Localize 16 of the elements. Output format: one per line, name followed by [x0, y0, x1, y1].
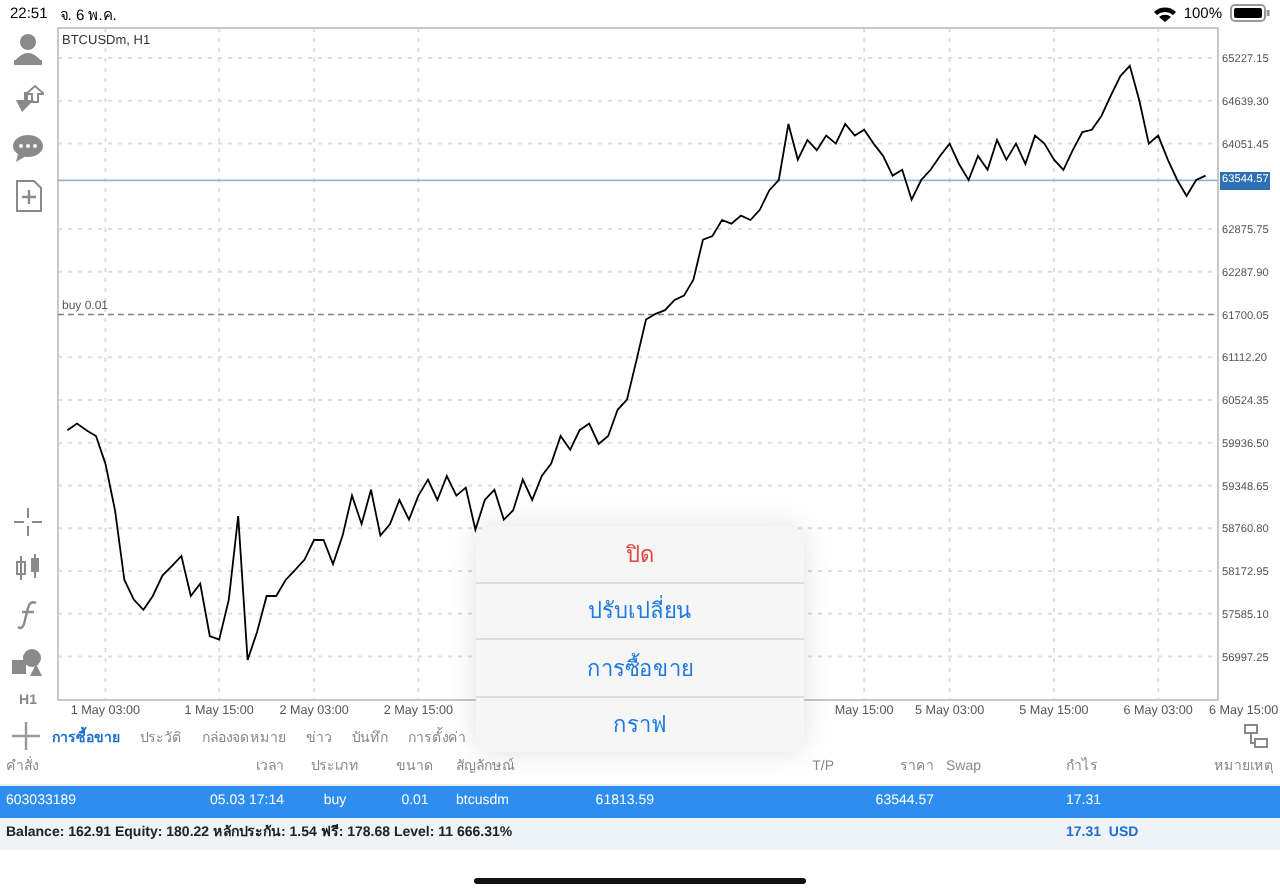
candlestick-icon[interactable] [14, 554, 42, 582]
menu-item[interactable]: ปิด [476, 526, 804, 583]
add-document-icon[interactable] [15, 180, 41, 212]
wifi-icon [1153, 5, 1176, 21]
transfer-icon[interactable] [12, 84, 44, 116]
crosshair-icon[interactable] [14, 508, 42, 536]
layout-icon[interactable] [1244, 724, 1268, 748]
add-icon[interactable] [12, 722, 40, 750]
menu-item[interactable]: ปรับเปลี่ยน [476, 583, 804, 640]
function-icon[interactable] [16, 600, 40, 630]
menu-item[interactable]: การซื้อขาย [476, 640, 804, 697]
account-icon[interactable] [12, 32, 44, 66]
shapes-icon[interactable] [12, 648, 44, 676]
battery-icon [1230, 4, 1270, 22]
menu-item[interactable]: กราฟ [476, 697, 804, 752]
chat-icon[interactable] [12, 134, 44, 162]
